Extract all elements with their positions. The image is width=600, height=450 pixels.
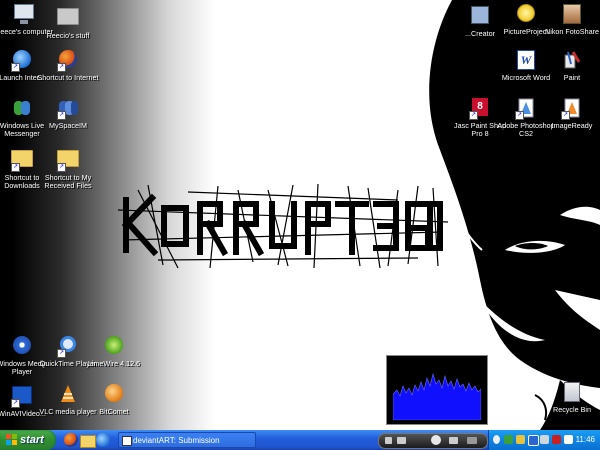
visualizer-waveform: [393, 372, 481, 420]
desktop-icon-myspaceim[interactable]: ↗ MySpaceIM: [36, 98, 100, 130]
icon-label: Paint: [563, 73, 581, 82]
internet-explorer-icon[interactable]: [96, 433, 110, 447]
creator-icon: [469, 6, 491, 28]
start-button[interactable]: start: [0, 430, 56, 450]
icon-label: BitComet: [99, 407, 129, 416]
media-player-mini-controls[interactable]: [378, 433, 488, 449]
fotoshare-icon: [561, 4, 583, 26]
play-pause-icon[interactable]: [431, 435, 441, 445]
word-icon: W: [515, 50, 537, 72]
bitcomet-icon: [103, 384, 125, 406]
icon-label: Shortcut to Internet: [37, 73, 99, 82]
chevron-left-icon[interactable]: [493, 435, 500, 444]
imageready-icon: ↗: [561, 98, 583, 120]
desktop-icon-received-files[interactable]: ↗ Shortcut to My Received Files: [36, 146, 100, 190]
next-icon[interactable]: [449, 437, 458, 444]
speaker-icon[interactable]: [540, 435, 549, 444]
window-button-label: deviantART: Submission: [133, 436, 220, 445]
desktop-icon-imageready[interactable]: ↗ ImageReady: [540, 98, 600, 130]
icon-label: Nikon FotoShare: [545, 27, 599, 36]
messenger-tray-icon[interactable]: [528, 435, 539, 446]
paint-icon: [561, 50, 583, 72]
vlc-icon: [57, 384, 79, 406]
icon-label: LimeWire 4.12.6: [87, 359, 141, 368]
quicktime-icon: ↗: [57, 336, 79, 358]
icon-label: ImageReady: [551, 121, 593, 130]
korrupt360-wallpaper-logo: [118, 183, 448, 269]
network-icon[interactable]: [504, 435, 513, 444]
desktop-icon-paint[interactable]: Paint: [540, 50, 600, 82]
taskbar-window-button[interactable]: deviantART: Submission: [118, 432, 256, 448]
limewire-icon: [103, 336, 125, 358]
desktop-icon-recycle-bin[interactable]: Recycle Bin: [540, 382, 600, 414]
recycle-bin-icon: [561, 382, 583, 404]
pictureproject-icon: [515, 4, 537, 26]
folder-icon: [57, 8, 79, 30]
folder-icon: ↗: [57, 150, 79, 172]
clipboard-icon[interactable]: [564, 435, 573, 444]
system-tray: 11:46: [488, 430, 600, 450]
desktop[interactable]: Reece's computer Reecio's stuff ↗ Launch…: [0, 0, 600, 430]
icon-label: Shortcut to My Received Files: [44, 173, 92, 190]
folder-icon: ↗: [11, 150, 33, 172]
icon-label: MySpaceIM: [49, 121, 87, 130]
icon-label: Reecio's stuff: [46, 31, 90, 40]
myspaceim-icon: ↗: [57, 98, 79, 120]
firefox-icon[interactable]: [64, 433, 78, 447]
icon-label: Recycle Bin: [553, 405, 591, 414]
security-shield-icon[interactable]: [516, 435, 525, 444]
messenger-icon: [11, 98, 33, 120]
previous-icon[interactable]: [397, 437, 406, 444]
internet-explorer-icon: ↗: [11, 50, 33, 72]
media-player-icon: [11, 336, 33, 358]
start-label: start: [20, 434, 44, 446]
firefox-icon: ↗: [57, 50, 79, 72]
alert-icon[interactable]: [552, 435, 561, 444]
desktop-icon-bitcomet[interactable]: BitComet: [82, 384, 146, 416]
winavi-icon: ↗: [11, 386, 33, 408]
desktop-icon-limewire[interactable]: LimeWire 4.12.6: [82, 336, 146, 368]
media-visualizer-window[interactable]: [386, 355, 488, 425]
photoshop-icon: ↗: [515, 98, 537, 120]
volume-icon[interactable]: [467, 437, 477, 444]
desktop-icon-shortcut-internet[interactable]: ↗ Shortcut to Internet: [36, 50, 100, 82]
clock[interactable]: 11:46: [576, 430, 595, 450]
window-icon: [122, 436, 132, 446]
paintshop-icon: 8 ↗: [469, 98, 491, 120]
taskbar: start deviantART: Submission 11:46: [0, 430, 600, 450]
stop-icon[interactable]: [385, 437, 392, 444]
my-computer-icon: [13, 4, 35, 26]
folder-icon[interactable]: [80, 435, 96, 448]
desktop-icon-reecios-stuff[interactable]: Reecio's stuff: [36, 4, 100, 40]
windows-flag-icon: [6, 434, 17, 445]
desktop-icon-fotoshare[interactable]: Nikon FotoShare: [540, 4, 600, 36]
